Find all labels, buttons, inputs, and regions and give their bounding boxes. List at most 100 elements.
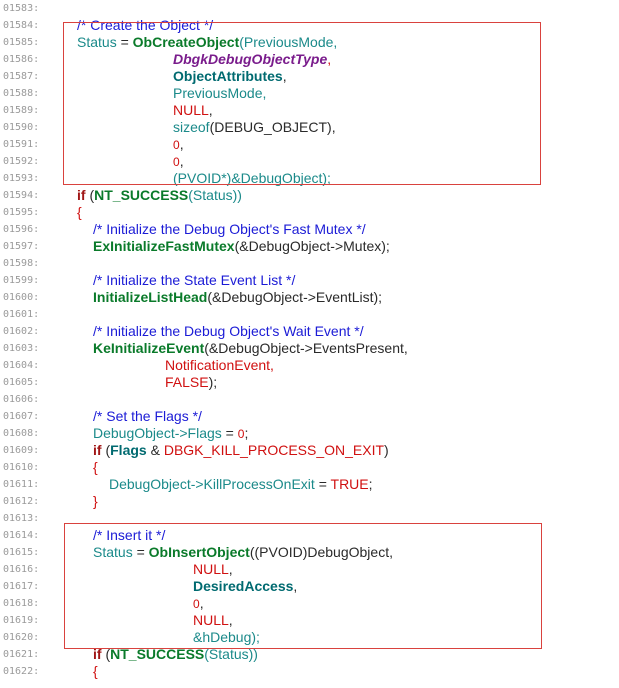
- token: ): [384, 442, 389, 458]
- code-line[interactable]: 01619: NULL,: [0, 612, 619, 629]
- code-text: FALSE);: [165, 374, 217, 391]
- code-line[interactable]: 01595: {: [0, 204, 619, 221]
- code-editor[interactable]: 01583: 01584:/* Create the Object */01585…: [0, 0, 619, 688]
- code-text: ExInitializeFastMutex(&DebugObject->Mute…: [93, 238, 390, 255]
- code-line[interactable]: 01618: 0,: [0, 595, 619, 612]
- code-line[interactable]: 01604: NotificationEvent,: [0, 357, 619, 374]
- code-line[interactable]: 01615: Status = ObInsertObject((PVOID)Deb…: [0, 544, 619, 561]
- token: 0: [173, 155, 180, 169]
- code-line[interactable]: 01605: FALSE);: [0, 374, 619, 391]
- line-number: 01609:: [3, 445, 40, 456]
- line-number: 01610:: [3, 462, 40, 473]
- code-line[interactable]: 01621: if (NT_SUCCESS(Status)): [0, 646, 619, 663]
- token: PreviousMode,: [173, 85, 267, 101]
- line-number: 01599:: [3, 275, 40, 286]
- code-line[interactable]: 01601:: [0, 306, 619, 323]
- code-line[interactable]: 01608: DebugObject->Flags = 0;: [0, 425, 619, 442]
- line-number: 01621:: [3, 649, 40, 660]
- token: ;: [368, 476, 373, 492]
- code-line[interactable]: 01590: sizeof(DEBUG_OBJECT),: [0, 119, 619, 136]
- line-number: 01591:: [3, 139, 40, 150]
- code-line[interactable]: 01594: if (NT_SUCCESS(Status)): [0, 187, 619, 204]
- token: =: [314, 476, 331, 492]
- token: NULL: [173, 102, 209, 118]
- line-number: 01592:: [3, 156, 40, 167]
- line-number: 01586:: [3, 54, 40, 65]
- token: NT_SUCCESS: [94, 187, 189, 203]
- code-line[interactable]: 01606:: [0, 391, 619, 408]
- token: TRUE: [330, 476, 369, 492]
- code-line[interactable]: 01617: DesiredAccess,: [0, 578, 619, 595]
- token: DBGK_KILL_PROCESS_ON_EXIT: [163, 442, 385, 458]
- code-text: 0,: [173, 136, 184, 154]
- token: sizeof: [173, 119, 210, 135]
- code-line[interactable]: 01616: NULL,: [0, 561, 619, 578]
- code-line[interactable]: 01599: /* Initialize the State Event List…: [0, 272, 619, 289]
- code-text: /* Create the Object */: [77, 17, 213, 34]
- code-line[interactable]: 01602: /* Initialize the Debug Object's W…: [0, 323, 619, 340]
- token: 0: [173, 138, 180, 152]
- code-text: {: [93, 459, 98, 476]
- code-text: DebugObject->Flags = 0;: [93, 425, 248, 443]
- line-number: 01598:: [3, 258, 40, 269]
- line-number: 01605:: [3, 377, 40, 388]
- code-line[interactable]: 01620: &hDebug);: [0, 629, 619, 646]
- code-line[interactable]: 01607: /* Set the Flags */: [0, 408, 619, 425]
- code-text: KeInitializeEvent(&DebugObject->EventsPr…: [93, 340, 408, 357]
- token: ObCreateObject: [132, 34, 240, 50]
- code-line[interactable]: 01596: /* Initialize the Debug Object's F…: [0, 221, 619, 238]
- code-line[interactable]: 01597: ExInitializeFastMutex(&DebugObject…: [0, 238, 619, 255]
- code-text: (PVOID*)&DebugObject);: [173, 170, 331, 187]
- code-line[interactable]: 01603: KeInitializeEvent(&DebugObject->Ev…: [0, 340, 619, 357]
- code-text: if (NT_SUCCESS(Status)): [77, 187, 242, 204]
- line-number: 01608:: [3, 428, 40, 439]
- line-number: 01597:: [3, 241, 40, 252]
- token: ExInitializeFastMutex: [93, 238, 235, 254]
- code-line[interactable]: 01593: (PVOID*)&DebugObject);: [0, 170, 619, 187]
- code-line[interactable]: 01612:}: [0, 493, 619, 510]
- code-text: /* Initialize the State Event List */: [93, 272, 295, 289]
- code-line[interactable]: 01591: 0,: [0, 136, 619, 153]
- code-line[interactable]: 01613:: [0, 510, 619, 527]
- code-text: {: [93, 663, 98, 680]
- line-number: 01604:: [3, 360, 40, 371]
- token: =: [221, 425, 238, 441]
- token: ,: [282, 68, 287, 84]
- token: ,: [179, 136, 184, 152]
- token: }: [93, 493, 98, 509]
- code-line[interactable]: 01584: /* Create the Object */: [0, 17, 619, 34]
- code-text: sizeof(DEBUG_OBJECT),: [173, 119, 336, 136]
- token: DebugObject->Flags: [93, 425, 222, 441]
- code-line[interactable]: 01610: {: [0, 459, 619, 476]
- code-line[interactable]: 01585: Status = ObCreateObject(PreviousMo…: [0, 34, 619, 51]
- code-line[interactable]: 01589: NULL,: [0, 102, 619, 119]
- code-line[interactable]: 01611: DebugObject->KillProcessOnExit = T…: [0, 476, 619, 493]
- code-text: PreviousMode,: [173, 85, 266, 102]
- code-line[interactable]: 01609: if (Flags & DBGK_KILL_PROCESS_ON_E…: [0, 442, 619, 459]
- code-text: DebugObject->KillProcessOnExit = TRUE;: [109, 476, 373, 493]
- line-number: 01617:: [3, 581, 40, 592]
- line-number: 01593:: [3, 173, 40, 184]
- line-number: 01613:: [3, 513, 40, 524]
- line-number: 01595:: [3, 207, 40, 218]
- code-line[interactable]: 01598:: [0, 255, 619, 272]
- code-line[interactable]: 01592: 0,: [0, 153, 619, 170]
- code-line[interactable]: 01622: {: [0, 663, 619, 680]
- line-number: 01618:: [3, 598, 40, 609]
- token: /* Insert it */: [93, 527, 166, 543]
- token: {: [93, 459, 98, 475]
- code-line[interactable]: 01583:: [0, 0, 619, 17]
- line-number: 01603:: [3, 343, 40, 354]
- code-line[interactable]: 01587: ObjectAttributes,: [0, 68, 619, 85]
- code-line[interactable]: 01614: /* Insert it */: [0, 527, 619, 544]
- code-text: NotificationEvent,: [165, 357, 274, 374]
- code-line[interactable]: 01600: InitializeListHead(&DebugObject->E…: [0, 289, 619, 306]
- line-number: 01587:: [3, 71, 40, 82]
- token: ((PVOID)DebugObject,: [249, 544, 393, 560]
- code-line[interactable]: 01586: DbgkDebugObjectType,: [0, 51, 619, 68]
- token: ,: [228, 561, 233, 577]
- code-line[interactable]: 01588: PreviousMode,: [0, 85, 619, 102]
- line-number: 01620:: [3, 632, 40, 643]
- line-number: 01590:: [3, 122, 40, 133]
- line-number: 01583:: [3, 3, 40, 14]
